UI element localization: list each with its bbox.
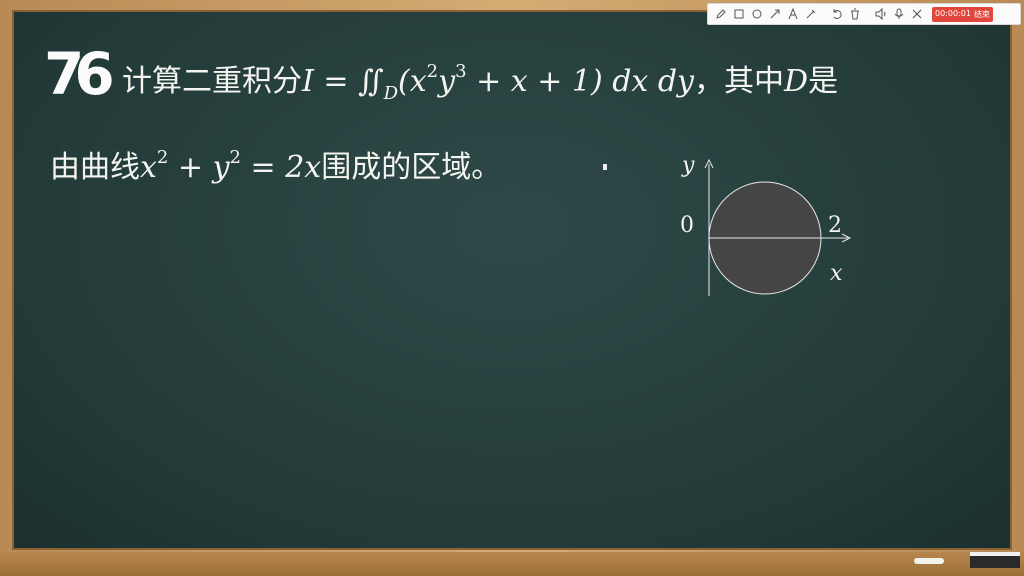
end-recording-button[interactable]: 结束	[974, 9, 990, 20]
volume-icon[interactable]	[872, 5, 890, 23]
x-axis-label: x	[830, 261, 843, 286]
text-icon[interactable]	[784, 5, 802, 23]
curve-exp-x: 2	[156, 147, 169, 168]
curve-suffix: 围成的区域。	[321, 150, 502, 185]
curve-exp-y: 2	[229, 147, 241, 168]
circle-right-label: 2	[828, 213, 842, 238]
curve-equals: = 2x	[241, 150, 322, 185]
integrand-y: y	[438, 64, 456, 99]
arrow-icon[interactable]	[766, 5, 784, 23]
pen-icon[interactable]	[712, 5, 730, 23]
origin-label: 0	[680, 213, 694, 238]
exponent-y: 3	[455, 61, 467, 82]
curve-x: x	[140, 150, 157, 185]
integrand-rest: + x + 1) dx dy	[466, 64, 695, 99]
mic-icon[interactable]	[890, 5, 908, 23]
integral-domain: D	[383, 83, 399, 104]
trash-icon[interactable]	[846, 5, 864, 23]
timer-value: 00:00:01	[935, 8, 971, 18]
region-diagram: y 0 2 x	[670, 150, 860, 300]
integrand-open: (x	[398, 64, 427, 99]
integral-formula: I = ∬	[302, 64, 384, 99]
chalk-tray	[0, 552, 1024, 576]
chalk-piece	[914, 558, 944, 564]
curve-plus-y: + y	[168, 150, 230, 185]
problem-prefix: 计算二重积分	[122, 64, 302, 99]
rectangle-icon[interactable]	[730, 5, 748, 23]
curve-prefix: 由曲线	[50, 150, 140, 185]
undo-icon[interactable]	[828, 5, 846, 23]
problem-line-1: 计算二重积分I = ∬D(x2y3 + x + 1) dx dy，其中D是	[122, 52, 838, 114]
eraser	[970, 552, 1020, 568]
highlighter-icon[interactable]	[802, 5, 820, 23]
problem-is: 是	[808, 64, 839, 99]
close-icon[interactable]	[908, 5, 926, 23]
mouse-cursor	[603, 164, 607, 170]
recording-timer[interactable]: 00:00:01 结束	[932, 6, 993, 22]
circle-icon[interactable]	[748, 5, 766, 23]
exponent-x: 2	[426, 61, 439, 82]
annotation-toolbar: 00:00:01 结束	[707, 3, 1021, 25]
problem-where: ，其中	[694, 64, 785, 99]
problem-line-2: 由曲线x2 + y2 = 2x围成的区域。	[50, 138, 501, 188]
y-axis-label: y	[682, 153, 695, 178]
region-symbol: D	[784, 64, 809, 99]
problem-number: 76	[44, 40, 115, 108]
